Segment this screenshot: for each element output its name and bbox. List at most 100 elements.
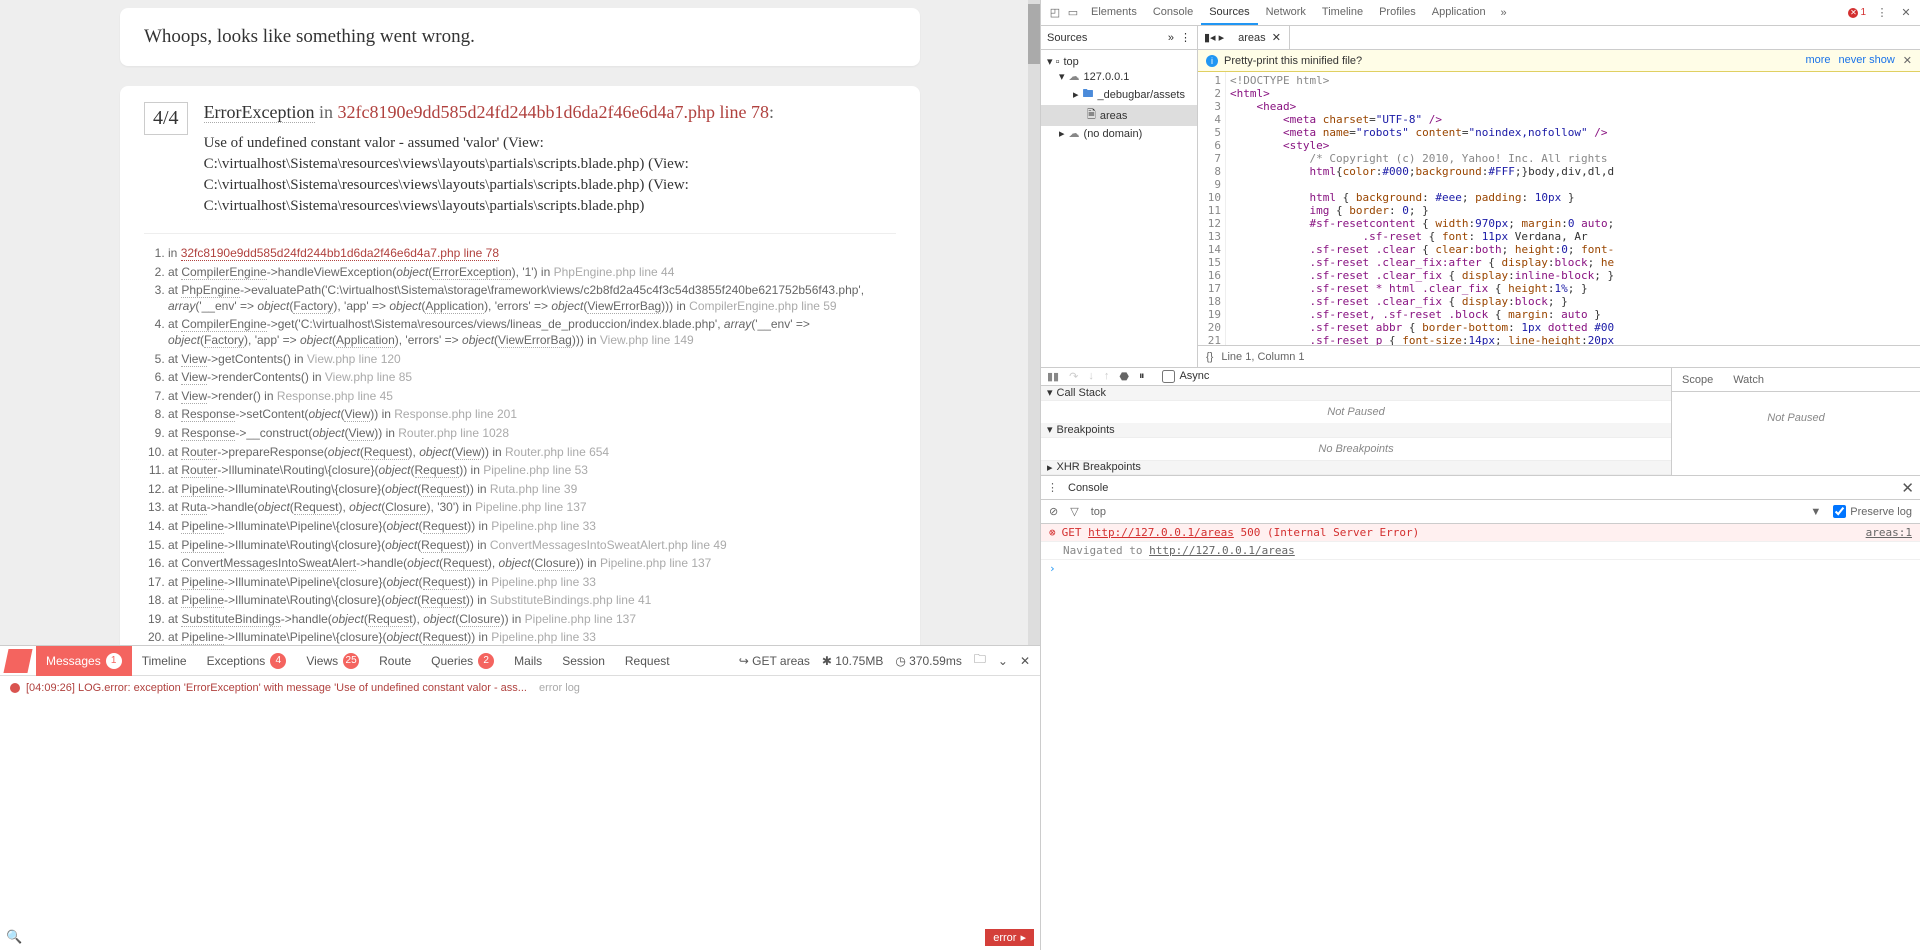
pretty-more-link[interactable]: more [1805, 54, 1830, 67]
debugbar-tab-messages[interactable]: Messages1 [36, 646, 132, 676]
whoops-title: Whoops, looks like something went wrong. [144, 26, 896, 48]
stack-frame[interactable]: at View->render() in Response.php line 4… [168, 389, 896, 405]
exception-message: Use of undefined constant valor - assume… [204, 133, 896, 217]
debugbar-request[interactable]: ↪ GET areas [739, 654, 810, 668]
stack-frame[interactable]: at Router->prepareResponse(object(Reques… [168, 445, 896, 461]
stack-frame[interactable]: at View->getContents() in View.php line … [168, 352, 896, 368]
tree-file-areas[interactable]: 🗎 areas [1041, 105, 1197, 126]
error-count-badge[interactable]: ✕1 [1848, 7, 1866, 18]
stack-trace: in 32fc8190e9dd585d24fd244bb1d6da2f46e6d… [144, 246, 896, 645]
nav-arrows-icon[interactable]: ▮◂ ▸ [1198, 31, 1230, 44]
stack-frame[interactable]: at Pipeline->Illuminate\Routing\{closure… [168, 593, 896, 609]
kebab-icon[interactable]: ⋮ [1874, 5, 1890, 21]
devtools-tab-network[interactable]: Network [1258, 1, 1314, 25]
stack-frame[interactable]: at Response->__construct(object(View)) i… [168, 426, 896, 442]
debugbar-tab-session[interactable]: Session [552, 646, 615, 676]
async-checkbox[interactable]: Async [1162, 370, 1209, 383]
step-into-icon[interactable]: ↓ [1088, 370, 1094, 382]
tree-folder[interactable]: ▸ 🖿 _debugbar/assets [1041, 84, 1197, 105]
exception-name[interactable]: ErrorException [204, 102, 315, 123]
console-title: Console [1068, 482, 1108, 494]
debugbar-tab-mails[interactable]: Mails [504, 646, 552, 676]
scrollbar[interactable] [1028, 0, 1040, 645]
debugbar-time: ◷ 370.59ms [895, 654, 962, 668]
stack-frame[interactable]: at Pipeline->Illuminate\Routing\{closure… [168, 482, 896, 498]
deactivate-bp-icon[interactable]: ⬣ [1119, 370, 1129, 383]
stack-frame[interactable]: at ConvertMessagesIntoSweatAlert->handle… [168, 556, 896, 572]
stack-frame[interactable]: at CompilerEngine->get('C:\virtualhost\S… [168, 317, 896, 348]
filter-icon[interactable]: ▽ [1070, 505, 1078, 518]
pretty-never-link[interactable]: never show [1839, 54, 1895, 67]
code-editor-area[interactable]: 1234567891011121314151617181920212223242… [1198, 72, 1920, 345]
callstack-header[interactable]: ▾ Call Stack [1041, 386, 1671, 401]
stack-frame[interactable]: at Pipeline->Illuminate\Routing\{closure… [168, 538, 896, 554]
devtools-tab-elements[interactable]: Elements [1083, 1, 1145, 25]
inspect-icon[interactable]: ◰ [1047, 5, 1063, 21]
filter-dropdown-icon[interactable]: ▼ [1810, 506, 1821, 518]
breakpoints-header[interactable]: ▾ Breakpoints [1041, 423, 1671, 438]
devtools-tab-profiles[interactable]: Profiles [1371, 1, 1424, 25]
devtools-tab-application[interactable]: Application [1424, 1, 1494, 25]
stack-frame[interactable]: at Response->setContent(object(View)) in… [168, 407, 896, 423]
close-devtools-icon[interactable]: ✕ [1898, 5, 1914, 21]
devtools-tab-console[interactable]: Console [1145, 1, 1201, 25]
stack-frame[interactable]: at Pipeline->Illuminate\Pipeline\{closur… [168, 630, 896, 645]
chevron-down-icon[interactable]: ⌄ [998, 654, 1008, 668]
stack-frame[interactable]: at SubstituteBindings->handle(object(Req… [168, 612, 896, 628]
debugbar-tab-timeline[interactable]: Timeline [132, 646, 197, 676]
pause-icon[interactable]: ▮▮ [1047, 370, 1059, 383]
debugbar-logo-icon[interactable] [3, 649, 32, 673]
stack-frame[interactable]: at Pipeline->Illuminate\Pipeline\{closur… [168, 519, 896, 535]
stack-frame[interactable]: at View->renderContents() in View.php li… [168, 370, 896, 386]
braces-icon[interactable]: {} [1206, 351, 1213, 363]
debugbar-tab-exceptions[interactable]: Exceptions4 [197, 646, 297, 676]
stack-frame[interactable]: in 32fc8190e9dd585d24fd244bb1d6da2f46e6d… [168, 246, 896, 262]
kebab-icon[interactable]: ⋮ [1047, 481, 1058, 494]
tree-host[interactable]: ▾ ☁ 127.0.0.1 [1041, 69, 1197, 84]
cursor-position: Line 1, Column 1 [1221, 351, 1304, 363]
log-entry[interactable]: [04:09:26] LOG.error: exception 'ErrorEx… [10, 682, 1030, 694]
close-pretty-icon[interactable]: ✕ [1903, 54, 1912, 67]
debugbar-tab-views[interactable]: Views25 [296, 646, 369, 676]
overflow-icon[interactable]: » [1168, 32, 1174, 44]
clear-console-icon[interactable]: ⊘ [1049, 505, 1058, 518]
kebab-icon[interactable]: ⋮ [1180, 31, 1191, 44]
stack-frame[interactable]: at Ruta->handle(object(Request), object(… [168, 500, 896, 516]
editor-tab-areas[interactable]: areas✕ [1230, 26, 1290, 49]
console-source-link[interactable]: areas:1 [1866, 526, 1912, 539]
device-icon[interactable]: ▭ [1065, 5, 1081, 21]
preserve-log-checkbox[interactable]: Preserve log [1833, 505, 1912, 518]
step-over-icon[interactable]: ↷ [1069, 370, 1078, 383]
sources-navigator: Sources » ⋮ ▾ ▫ top ▾ ☁ 127.0.0.1 ▸ 🖿 _d… [1041, 26, 1198, 367]
devtools-tab-sources[interactable]: Sources [1201, 1, 1257, 25]
error-count: 4/4 [144, 102, 188, 135]
scope-tab[interactable]: Scope [1672, 368, 1723, 391]
exception-file[interactable]: 32fc8190e9dd585d24fd244bb1d6da2f46e6d4a7… [338, 102, 769, 122]
stack-frame[interactable]: at Router->Illuminate\Routing\{closure}(… [168, 463, 896, 479]
close-icon[interactable]: ✕ [1020, 654, 1030, 668]
console-prompt[interactable]: › [1041, 560, 1920, 577]
stack-frame[interactable]: at CompilerEngine->handleViewException(o… [168, 265, 896, 281]
pause-exc-icon[interactable]: ⏸ [1139, 370, 1145, 383]
context-selector[interactable]: top [1091, 506, 1106, 518]
tree-top[interactable]: ▾ ▫ top [1041, 54, 1197, 69]
debugbar-tab-route[interactable]: Route [369, 646, 421, 676]
error-panel: 4/4 ErrorException in 32fc8190e9dd585d24… [120, 86, 920, 645]
debugbar-tab-request[interactable]: Request [615, 646, 680, 676]
error-button[interactable]: error ▸ [985, 929, 1034, 946]
folder-icon[interactable]: 🗀 [974, 650, 986, 671]
more-tabs-icon[interactable]: » [1496, 5, 1512, 21]
close-tab-icon[interactable]: ✕ [1272, 31, 1281, 44]
stack-frame[interactable]: at PhpEngine->evaluatePath('C:\virtualho… [168, 283, 896, 314]
step-out-icon[interactable]: ↑ [1104, 370, 1110, 382]
close-console-icon[interactable]: ✕ [1901, 479, 1914, 497]
tree-nodomain[interactable]: ▸ ☁ (no domain) [1041, 126, 1197, 141]
stack-frame[interactable]: at Pipeline->Illuminate\Pipeline\{closur… [168, 575, 896, 591]
xhr-breakpoints-header[interactable]: ▸ XHR Breakpoints [1041, 460, 1671, 475]
devtools-tab-timeline[interactable]: Timeline [1314, 1, 1371, 25]
watch-tab[interactable]: Watch [1723, 368, 1774, 391]
debugbar-tab-queries[interactable]: Queries2 [421, 646, 504, 676]
error-dot-icon [10, 683, 20, 693]
console-error-line[interactable]: ⊗ GET http://127.0.0.1/areas 500 (Intern… [1041, 524, 1920, 542]
search-icon[interactable]: 🔍 [6, 929, 22, 946]
